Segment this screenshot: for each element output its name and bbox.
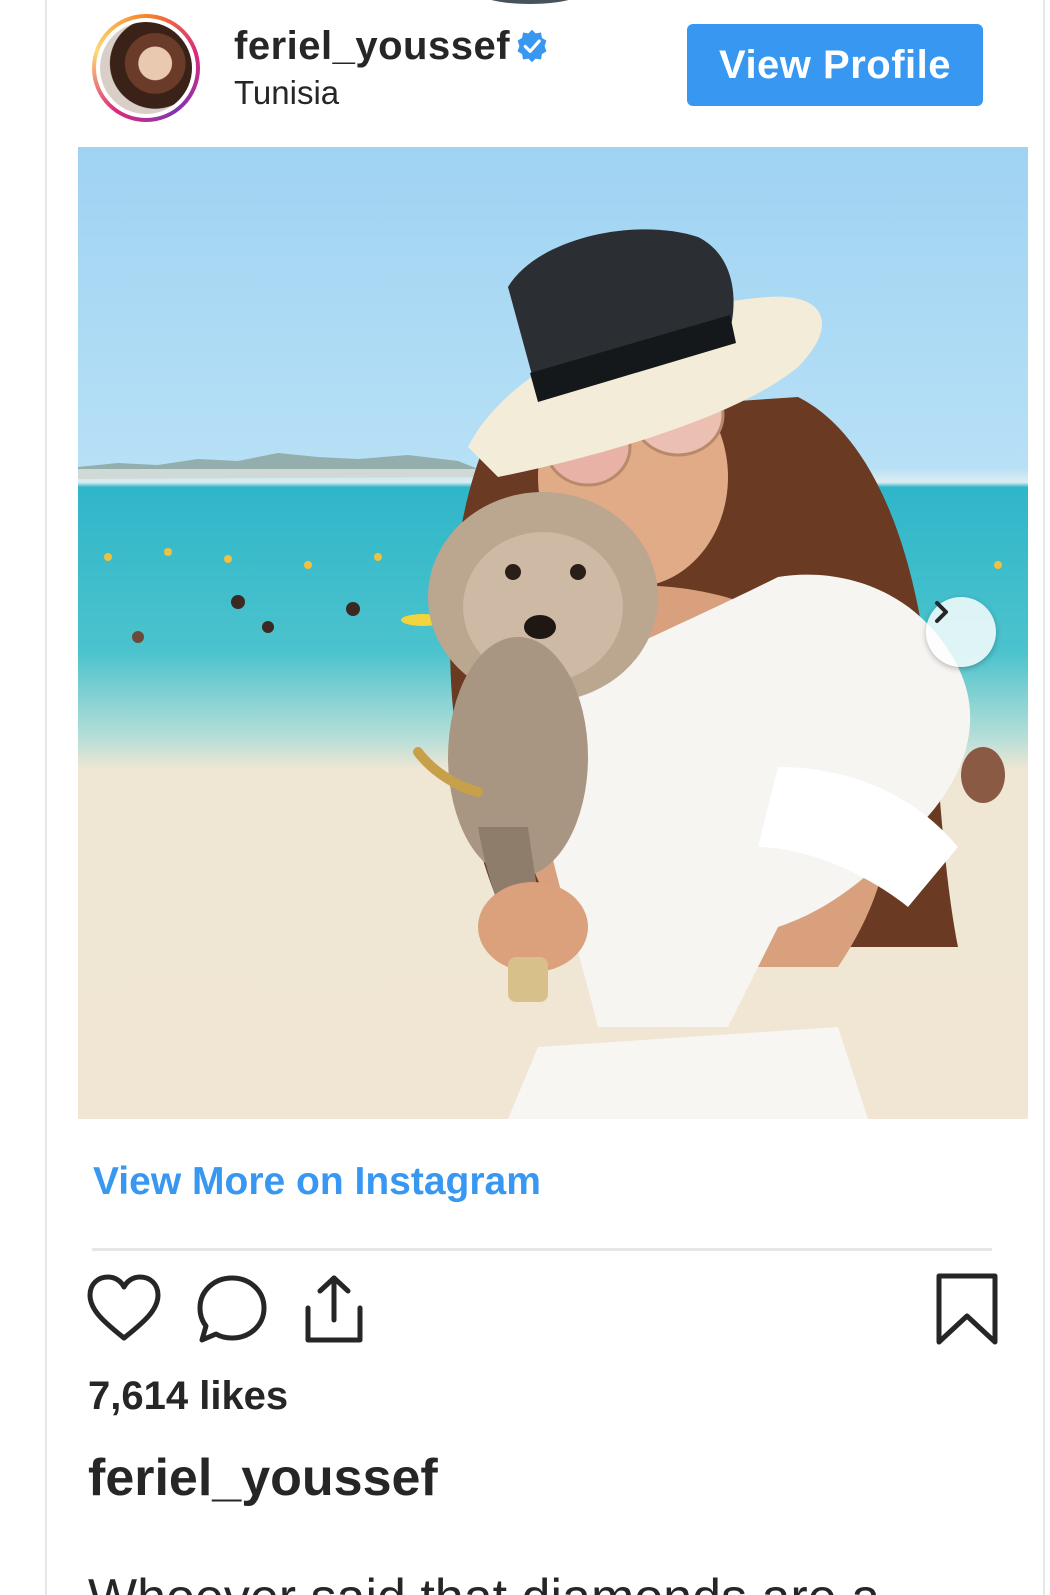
divider <box>92 1248 992 1251</box>
post-header: feriel_youssef Tunisia View Profile <box>92 14 1022 122</box>
avatar <box>100 22 192 114</box>
heart-icon[interactable] <box>84 1270 164 1350</box>
share-upload-icon[interactable] <box>294 1270 374 1350</box>
beach-photo-illustration <box>78 229 1005 1119</box>
avatar-story-ring[interactable] <box>92 14 200 122</box>
bookmark-icon[interactable] <box>927 1270 1007 1350</box>
caption-username[interactable]: feriel_youssef <box>88 1448 438 1508</box>
carousel-next-button[interactable] <box>926 597 996 667</box>
post-photo[interactable] <box>78 147 1028 1119</box>
location-label[interactable]: Tunisia <box>234 74 339 112</box>
username[interactable]: feriel_youssef <box>234 24 510 69</box>
verified-badge-icon <box>517 29 547 63</box>
caption-text: Whoever said that diamonds are a <box>88 1568 1018 1595</box>
likes-count[interactable]: 7,614 likes <box>88 1374 288 1419</box>
comment-bubble-icon[interactable] <box>192 1270 272 1350</box>
view-more-on-instagram-link[interactable]: View More on Instagram <box>93 1160 541 1204</box>
instagram-embed-page: feriel_youssef Tunisia View Profile View… <box>0 0 1050 1595</box>
view-profile-button[interactable]: View Profile <box>687 24 983 106</box>
chevron-right-icon <box>935 601 948 623</box>
